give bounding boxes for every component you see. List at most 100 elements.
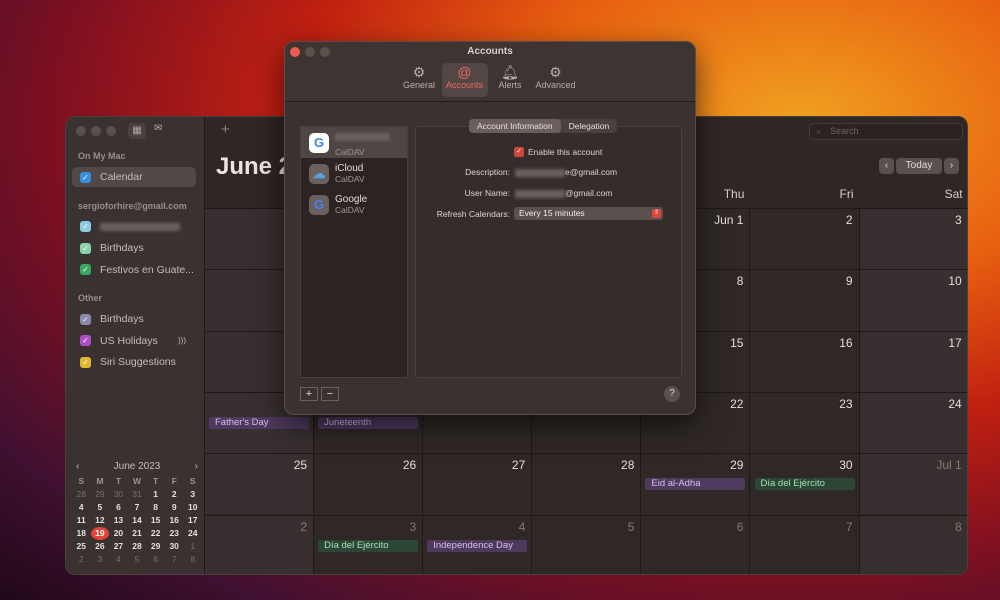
day-cell[interactable]: 4 Independence Day: [423, 514, 533, 574]
mini-day[interactable]: 1: [146, 488, 165, 501]
calendar-event[interactable]: Juneteenth: [318, 416, 419, 429]
checkbox-icon[interactable]: ✓: [80, 335, 91, 346]
sidebar-item-calendar[interactable]: ✓ Calendar: [72, 167, 196, 187]
tab-accounts[interactable]: @ Accounts: [441, 63, 488, 97]
enable-account-checkbox[interactable]: ✓ Enable this account: [514, 147, 602, 157]
mini-day[interactable]: 20: [109, 527, 128, 540]
next-month-button[interactable]: ›: [944, 158, 959, 174]
day-cell[interactable]: 3: [859, 208, 967, 270]
day-cell[interactable]: 25: [205, 453, 315, 515]
mini-day[interactable]: 9: [165, 501, 184, 514]
today-button[interactable]: Today: [896, 158, 942, 174]
mini-day[interactable]: 29: [146, 540, 165, 553]
remove-account-button[interactable]: −: [321, 387, 339, 401]
mini-day[interactable]: 18: [72, 527, 91, 540]
day-cell[interactable]: 23: [750, 391, 860, 454]
day-cell[interactable]: 10: [859, 269, 967, 331]
day-cell[interactable]: 16: [750, 330, 860, 392]
day-cell[interactable]: 2: [750, 208, 860, 270]
tab-general[interactable]: ⚙ General: [396, 63, 442, 97]
minimize-button[interactable]: [91, 126, 101, 136]
tab-alerts[interactable]: 🔔︎ Alerts: [487, 63, 533, 97]
search-input[interactable]: ⌕ Search: [809, 123, 963, 140]
calendar-event[interactable]: Día del Ejército: [754, 478, 855, 491]
mini-day[interactable]: 5: [91, 501, 110, 514]
mini-day[interactable]: 14: [128, 514, 147, 527]
mini-day[interactable]: 7: [128, 501, 147, 514]
mini-day[interactable]: 4: [72, 501, 91, 514]
mini-day[interactable]: 4: [109, 553, 128, 566]
sidebar-item-calendar[interactable]: ✓ Birthdays: [72, 238, 196, 258]
day-cell[interactable]: 26: [314, 453, 424, 515]
calendar-event[interactable]: Día del Ejército: [318, 539, 419, 552]
mini-day[interactable]: 30: [165, 540, 184, 553]
mini-prev-icon[interactable]: ‹: [76, 461, 79, 472]
mini-day[interactable]: 31: [128, 488, 147, 501]
day-cell[interactable]: Jul 1: [859, 453, 967, 515]
account-item[interactable]: ☁ iCloud CalDAV: [301, 158, 407, 189]
mini-next-icon[interactable]: ›: [195, 461, 198, 472]
day-cell[interactable]: 5: [532, 514, 642, 574]
mini-day[interactable]: 29: [91, 488, 110, 501]
checkbox-icon[interactable]: ✓: [80, 313, 91, 325]
zoom-button[interactable]: [106, 126, 116, 136]
mini-day[interactable]: 12: [91, 514, 110, 527]
account-item[interactable]: G Google CalDAV: [301, 189, 407, 220]
mini-day[interactable]: 22: [146, 527, 165, 540]
day-cell[interactable]: 7: [750, 514, 860, 574]
mini-day[interactable]: 25: [72, 540, 91, 553]
inbox-icon[interactable]: ✉: [154, 123, 162, 134]
day-cell[interactable]: 9: [750, 269, 860, 331]
mini-day[interactable]: 26: [91, 540, 110, 553]
mini-day[interactable]: 3: [91, 553, 110, 566]
mini-day[interactable]: 13: [109, 514, 128, 527]
add-event-button[interactable]: +: [221, 121, 230, 138]
checkbox-icon[interactable]: ✓: [80, 264, 91, 275]
day-cell[interactable]: 8: [859, 514, 967, 574]
prev-month-button[interactable]: ‹: [879, 158, 894, 174]
mini-day[interactable]: 23: [165, 527, 184, 540]
calendar-event[interactable]: Eid al-Adha: [645, 478, 746, 491]
checkbox-icon[interactable]: ✓: [80, 171, 91, 183]
day-cell[interactable]: 2: [205, 514, 315, 574]
mini-day[interactable]: 30: [109, 488, 128, 501]
account-item[interactable]: G CalDAV: [301, 127, 407, 158]
mini-day[interactable]: 15: [146, 514, 165, 527]
mini-day[interactable]: 6: [109, 501, 128, 514]
mini-day[interactable]: 1: [183, 540, 202, 553]
sidebar-item-calendar[interactable]: ✓ Birthdays: [72, 309, 196, 329]
sidebar-item-calendar[interactable]: ✓: [72, 217, 196, 237]
description-field[interactable]: e@gmail.com: [515, 167, 617, 177]
calendar-list-icon[interactable]: ▦: [128, 123, 146, 139]
sidebar-item-calendar[interactable]: ✓ US Holidays))): [72, 331, 196, 351]
mini-day[interactable]: 7: [165, 553, 184, 566]
tab-advanced[interactable]: ⚙ Advanced: [533, 63, 579, 97]
mini-day[interactable]: 8: [183, 553, 202, 566]
mini-day[interactable]: 11: [72, 514, 91, 527]
checkbox-icon[interactable]: ✓: [80, 356, 91, 368]
username-field[interactable]: @gmail.com: [515, 188, 612, 198]
mini-day[interactable]: 21: [128, 527, 147, 540]
mini-day[interactable]: 2: [72, 553, 91, 566]
day-cell[interactable]: 17: [859, 330, 967, 392]
mini-day[interactable]: 6: [146, 553, 165, 566]
tab-account-information[interactable]: Account Information: [469, 119, 561, 133]
day-cell[interactable]: 30 Día del Ejército: [750, 453, 860, 515]
tab-delegation[interactable]: Delegation: [561, 119, 618, 133]
mini-day[interactable]: 2: [165, 488, 184, 501]
mini-day[interactable]: 24: [183, 527, 202, 540]
mini-day[interactable]: 27: [109, 540, 128, 553]
calendar-event[interactable]: Father's Day: [209, 416, 310, 429]
day-cell[interactable]: 3 Día del Ejército: [314, 514, 424, 574]
day-cell[interactable]: 6: [641, 514, 751, 574]
day-cell[interactable]: 27: [423, 453, 533, 515]
mini-day[interactable]: 8: [146, 501, 165, 514]
mini-day[interactable]: 28: [128, 540, 147, 553]
mini-day[interactable]: 28: [72, 488, 91, 501]
sidebar-item-calendar[interactable]: ✓ Festivos en Guate...: [72, 260, 196, 280]
sidebar-item-calendar[interactable]: ✓ Siri Suggestions: [72, 352, 196, 372]
checkbox-icon[interactable]: ✓: [80, 242, 91, 254]
mini-day[interactable]: 17: [183, 514, 202, 527]
day-cell[interactable]: 29 Eid al-Adha: [641, 453, 751, 515]
calendar-event[interactable]: Independence Day: [427, 539, 528, 552]
